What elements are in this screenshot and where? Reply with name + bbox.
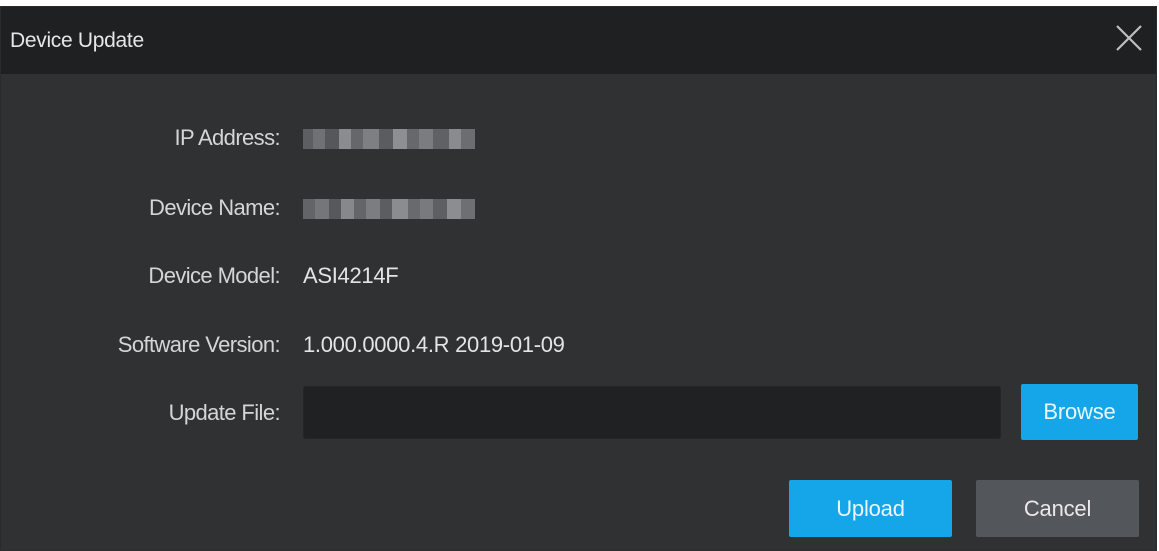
ip-address-row: IP Address:: [1, 121, 1156, 155]
dialog-titlebar: Device Update: [1, 7, 1156, 74]
update-file-input[interactable]: [303, 386, 1001, 439]
device-name-row: Device Name:: [1, 191, 1156, 225]
cancel-button[interactable]: Cancel: [976, 480, 1139, 537]
browse-button[interactable]: Browse: [1021, 384, 1138, 440]
device-name-label: Device Name:: [149, 195, 281, 220]
device-model-label: Device Model:: [148, 263, 280, 288]
device-name-redacted: [303, 199, 476, 219]
device-model-row: Device Model: ASI4214F: [1, 259, 1156, 293]
close-icon[interactable]: [1114, 23, 1144, 53]
software-version-row: Software Version: 1.000.0000.4.R 2019-01…: [1, 328, 1156, 362]
device-model-value: ASI4214F: [303, 263, 399, 288]
software-version-label: Software Version:: [117, 332, 281, 357]
device-update-dialog: Device Update IP Address: Device Name: D…: [0, 6, 1157, 551]
software-version-value: 1.000.0000.4.R 2019-01-09: [303, 332, 565, 357]
ip-address-redacted: [303, 129, 475, 149]
dialog-title: Device Update: [10, 29, 144, 52]
ip-address-label: IP Address:: [174, 125, 280, 150]
upload-button[interactable]: Upload: [789, 480, 952, 537]
update-file-label: Update File:: [168, 400, 281, 425]
